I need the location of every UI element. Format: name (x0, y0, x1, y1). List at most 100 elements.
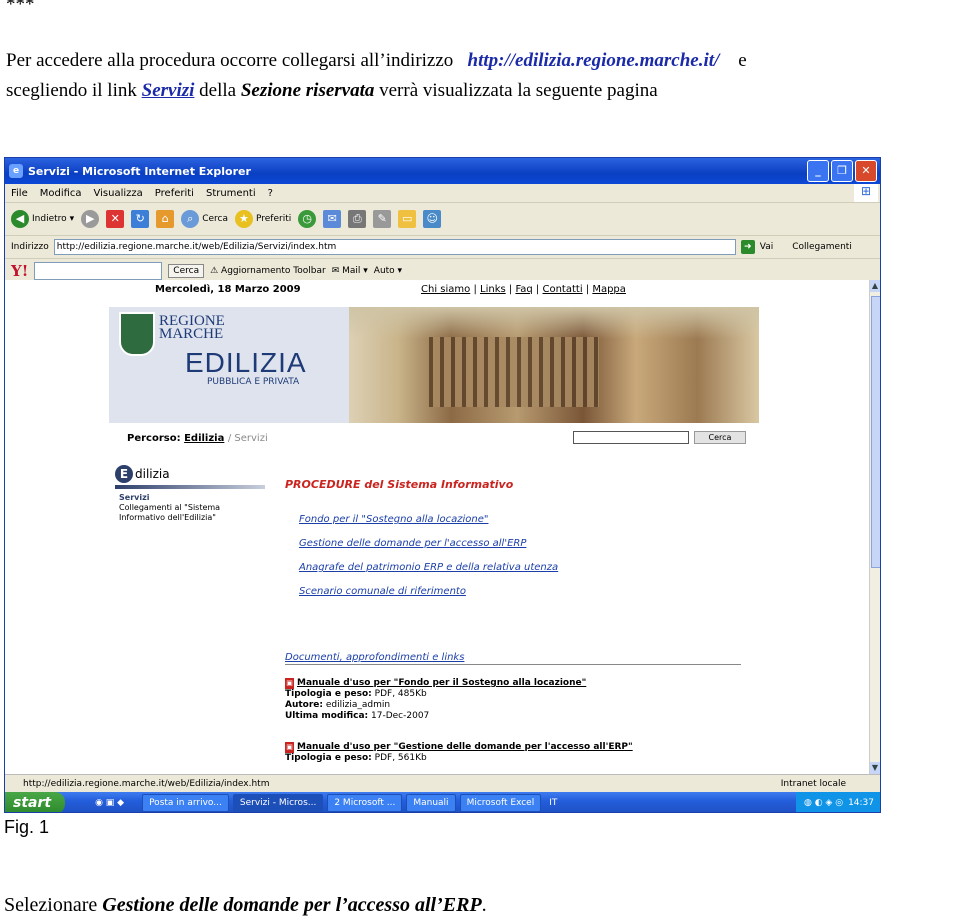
brand-title: EDILIZIA (185, 347, 307, 378)
pdf-icon: ▣ (285, 742, 294, 753)
language-indicator[interactable]: IT (549, 798, 557, 808)
menu-file[interactable]: File (11, 188, 28, 199)
servizi-link[interactable]: Servizi (142, 80, 195, 101)
procedure-link-gestione-erp[interactable]: Gestione delle domande per l'accesso all… (299, 538, 526, 549)
top-link-chi-siamo[interactable]: Chi siamo (421, 284, 470, 295)
docs-title[interactable]: Documenti, approfondimenti e links (285, 652, 464, 663)
search-icon: ⌕ (181, 210, 200, 228)
top-link-faq[interactable]: Faq (515, 284, 532, 295)
print-icon[interactable]: ⎙ (348, 210, 367, 228)
top-link-links[interactable]: Links (480, 284, 506, 295)
address-label: Indirizzo (11, 242, 49, 252)
star-icon: ★ (234, 210, 253, 228)
stop-icon[interactable]: ✕ (106, 210, 125, 228)
messenger-icon[interactable]: ☺ (423, 210, 442, 228)
status-url: http://edilizia.regione.marche.it/web/Ed… (23, 778, 270, 789)
back-arrow-icon: ◀ (11, 210, 29, 228)
sezione-riservata-text: Sezione riservata (240, 80, 375, 101)
side-nav-servizi[interactable]: Servizi (119, 493, 220, 503)
forward-icon[interactable]: ▶ (81, 210, 100, 228)
yahoo-logo[interactable]: Y! (11, 262, 28, 280)
scroll-thumb[interactable] (871, 296, 880, 568)
scroll-up-icon[interactable]: ▲ (870, 280, 880, 292)
task-excel[interactable]: Microsoft Excel (459, 794, 542, 812)
mail-icon[interactable]: ✉ (323, 210, 342, 228)
task-servizi[interactable]: Servizi - Micros... (232, 794, 324, 812)
back-button[interactable]: ◀ Indietro ▾ (11, 210, 74, 228)
folder-icon[interactable]: ▭ (398, 210, 417, 228)
toolbar-update-button[interactable]: ⚠ Aggiornamento Toolbar (210, 266, 326, 276)
intro-url-link[interactable]: http://edilizia.regione.marche.it/ (468, 50, 720, 71)
doc-1-tipo: PDF, 485Kb (374, 689, 427, 699)
go-arrow-icon[interactable]: ➜ (740, 240, 755, 254)
favorites-label: Preferiti (255, 214, 292, 224)
edilizia-side-logo: E dilizia (115, 465, 175, 483)
final-emphasis: Gestione delle domande per l’accesso all… (102, 894, 482, 916)
search-button[interactable]: ⌕ Cerca (181, 210, 228, 228)
intro-text: Per accedere alla procedura occorre coll… (6, 50, 454, 71)
top-links: Chi siamo | Links | Faq | Contatti | Map… (421, 284, 626, 295)
yahoo-mail-label: Mail (342, 266, 361, 276)
top-link-mappa[interactable]: Mappa (592, 284, 626, 295)
ie-icon: e (9, 164, 23, 178)
side-nav-line2: Informativo dell'Edilizia" (119, 513, 216, 522)
yahoo-auto-button[interactable]: Auto ▾ (374, 266, 402, 276)
stars-separator: *** (6, 0, 35, 15)
yahoo-search-input[interactable] (34, 262, 163, 280)
maximize-button[interactable]: ❐ (831, 160, 853, 182)
menu-preferiti[interactable]: Preferiti (155, 188, 194, 199)
quicklaunch-icons[interactable]: ◉ ▣ ◆ (95, 798, 124, 808)
home-icon[interactable]: ⌂ (156, 210, 175, 228)
tray-icons[interactable]: ◍ ◐ ◈ ◎ (804, 798, 843, 808)
banner-painting (319, 307, 759, 423)
window-title: Servizi - Microsoft Internet Explorer (28, 164, 251, 178)
taskbar: start ◉ ▣ ◆ Posta in arrivo... Servizi -… (5, 792, 880, 812)
yahoo-mail-button[interactable]: ✉ Mail ▾ (332, 266, 368, 276)
system-tray: ◍ ◐ ◈ ◎ 14:37 (795, 792, 880, 812)
procedure-link-anagrafe[interactable]: Anagrafe del patrimonio ERP e della rela… (299, 562, 558, 573)
scroll-down-icon[interactable]: ▼ (870, 762, 880, 774)
standard-toolbar: ◀ Indietro ▾ ▶ ✕ ↻ ⌂ ⌕ Cerca ★ Preferiti ◷ … (5, 203, 880, 236)
edit-icon[interactable]: ✎ (373, 210, 392, 228)
favorites-button[interactable]: ★ Preferiti (234, 210, 292, 228)
start-button[interactable]: start (5, 792, 66, 812)
clock: 14:37 (848, 798, 874, 808)
doc-1-link[interactable]: Manuale d'uso per "Fondo per il Sostegno… (297, 678, 586, 688)
menu-modifica[interactable]: Modifica (40, 188, 82, 199)
intro-line-2: scegliendo il link Servizi della Sezione… (6, 80, 658, 102)
doc-item-2: ▣ Manuale d'uso per "Gestione delle doman… (285, 742, 633, 763)
close-button[interactable]: ✕ (855, 160, 877, 182)
brand-subtitle: PUBBLICA E PRIVATA (207, 377, 300, 387)
doc-item-1: ▣ Manuale d'uso per "Fondo per il Sostegn… (285, 678, 587, 721)
side-nav: Servizi Collegamenti al "Sistema Informa… (119, 493, 220, 523)
procedure-link-scenario[interactable]: Scenario comunale di riferimento (299, 586, 466, 597)
status-bar: http://edilizia.regione.marche.it/web/Ed… (5, 774, 880, 792)
site-banner: REGIONE MARCHE EDILIZIA PUBBLICA E PRIVAT… (109, 307, 759, 423)
menu-help[interactable]: ? (268, 188, 273, 199)
top-link-contatti[interactable]: Contatti (542, 284, 582, 295)
history-icon[interactable]: ◷ (298, 210, 317, 228)
doc-2-tipo: PDF, 561Kb (374, 753, 427, 763)
doc-2-link[interactable]: Manuale d'uso per "Gestione delle domand… (297, 742, 633, 752)
site-search-input[interactable] (573, 431, 689, 444)
yahoo-search-button[interactable]: Cerca (168, 264, 205, 278)
menu-visualizza[interactable]: Visualizza (94, 188, 143, 199)
breadcrumb-label: Percorso: (127, 433, 181, 444)
minimize-button[interactable]: _ (807, 160, 829, 182)
date-line: Mercoledì, 18 Marzo 2009 (155, 284, 301, 295)
links-label[interactable]: Collegamenti (792, 242, 852, 252)
menu-strumenti[interactable]: Strumenti (206, 188, 256, 199)
go-button[interactable]: Vai (760, 242, 773, 252)
vertical-scrollbar[interactable]: ▲ ▼ (869, 280, 880, 774)
breadcrumb-edilizia-link[interactable]: Edilizia (184, 433, 224, 444)
site-search-button[interactable]: Cerca (694, 431, 746, 444)
task-posta[interactable]: Posta in arrivo... (142, 794, 229, 812)
regione-crest-icon (119, 312, 155, 356)
address-bar: Indirizzo ➜ Vai Collegamenti (5, 236, 880, 259)
procedure-link-fondo[interactable]: Fondo per il "Sostegno alla locazione" (299, 514, 488, 525)
task-manuali[interactable]: Manuali (406, 794, 456, 812)
task-word[interactable]: 2 Microsoft ... (327, 794, 403, 812)
refresh-icon[interactable]: ↻ (131, 210, 150, 228)
windows-logo-icon: ⊞ (854, 184, 878, 202)
address-input[interactable] (53, 239, 736, 255)
